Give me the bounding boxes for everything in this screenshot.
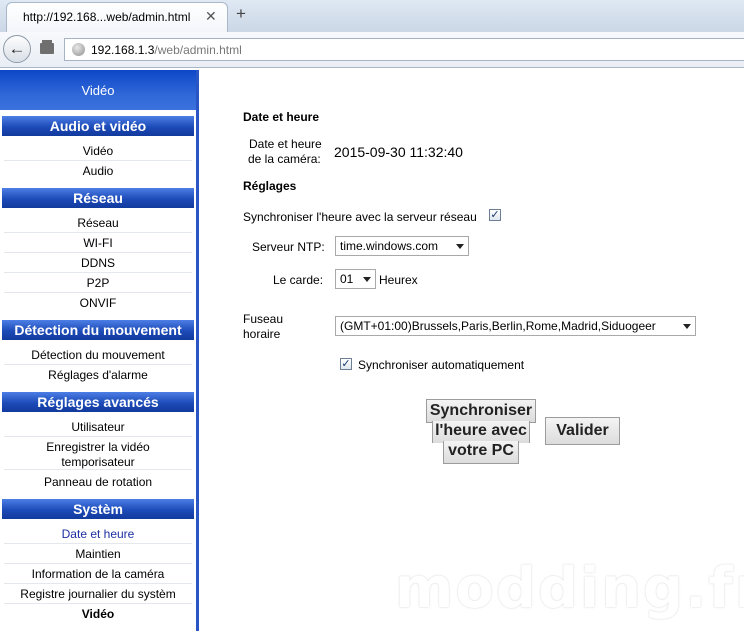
- sync-pc-button-text-2: l'heure avec: [435, 422, 527, 439]
- sidebar-section-network: Réseau: [2, 188, 194, 208]
- interval-unit: Heurex: [379, 273, 418, 287]
- submit-button[interactable]: Valider: [545, 417, 620, 445]
- back-arrow-icon[interactable]: ←: [3, 35, 31, 63]
- sync-server-checkbox[interactable]: ✓: [489, 209, 501, 221]
- sidebar: Vidéo Audio et vidéo Vidéo Audio Réseau …: [0, 70, 196, 631]
- sidebar-item-rotation-panel[interactable]: Panneau de rotation: [4, 475, 192, 491]
- sidebar-section-system: Systèm: [2, 499, 194, 519]
- sync-pc-button-text-1: Synchroniser: [429, 402, 533, 419]
- browser-navbar: ← 192.168.1.3/web/admin.html: [0, 32, 744, 68]
- sidebar-item-date-time[interactable]: Date et heure: [4, 527, 192, 544]
- sidebar-item-wifi[interactable]: WI-FI: [4, 236, 192, 253]
- camera-time-label-1: Date et heure: [249, 137, 322, 151]
- sidebar-item-user[interactable]: Utilisateur: [4, 420, 192, 437]
- interval-label: Le carde:: [273, 273, 324, 287]
- auto-sync-checkbox[interactable]: ✓: [340, 358, 352, 370]
- tab-title: http://192.168...web/admin.html: [23, 10, 191, 24]
- interval-select[interactable]: 01: [335, 269, 376, 289]
- sidebar-item-ddns[interactable]: DDNS: [4, 256, 192, 273]
- sidebar-item-onvif[interactable]: ONVIF: [4, 296, 192, 312]
- sidebar-item-video[interactable]: Vidéo: [4, 144, 192, 161]
- sidebar-item-p2p[interactable]: P2P: [4, 276, 192, 293]
- sync-server-label: Synchroniser l'heure avec la serveur rés…: [243, 210, 477, 224]
- sidebar-item-system-log[interactable]: Registre journalier du systèm: [4, 587, 192, 604]
- sidebar-section-motion: Détection du mouvement: [2, 320, 194, 340]
- sidebar-item-network[interactable]: Réseau: [4, 216, 192, 233]
- url-text: 192.168.1.3/web/admin.html: [91, 43, 242, 57]
- sync-pc-button-text-3: votre PC: [448, 442, 514, 459]
- timezone-label-2: horaire: [243, 327, 281, 341]
- sidebar-top-title: Vidéo: [0, 70, 196, 110]
- url-path: /web/admin.html: [154, 43, 242, 57]
- sidebar-section-advanced: Réglages avancés: [2, 392, 194, 412]
- settings-title: Réglages: [243, 179, 297, 193]
- sync-pc-button-line3[interactable]: votre PC: [443, 441, 519, 464]
- browser-tab[interactable]: http://192.168...web/admin.html ✕: [6, 2, 228, 32]
- camera-time-label-2: de la caméra:: [248, 152, 321, 166]
- ntp-server-select[interactable]: time.windows.com: [335, 236, 469, 256]
- sync-pc-button-line2[interactable]: l'heure avec: [432, 421, 530, 443]
- apps-icon[interactable]: [40, 40, 54, 54]
- chevron-down-icon: [683, 324, 691, 329]
- browser-tabstrip: http://192.168...web/admin.html ✕ +: [0, 0, 744, 32]
- sidebar-item-video-2[interactable]: Vidéo: [4, 607, 192, 623]
- sidebar-item-alarm-settings[interactable]: Réglages d'alarme: [4, 368, 192, 384]
- sidebar-item-record-timer[interactable]: Enregistrer la vidéo temporisateur: [4, 440, 192, 470]
- timezone-select[interactable]: (GMT+01:00)Brussels,Paris,Berlin,Rome,Ma…: [335, 316, 696, 336]
- sidebar-item-camera-info[interactable]: Information de la caméra: [4, 567, 192, 584]
- address-bar[interactable]: 192.168.1.3/web/admin.html: [64, 38, 744, 61]
- new-tab-icon[interactable]: +: [236, 4, 246, 24]
- timezone-label-1: Fuseau: [243, 312, 284, 326]
- sidebar-section-audio-video: Audio et vidéo: [2, 116, 194, 136]
- timezone-value: (GMT+01:00)Brussels,Paris,Berlin,Rome,Ma…: [340, 319, 656, 333]
- section-title: Date et heure: [243, 110, 320, 124]
- auto-sync-label: Synchroniser automatiquement: [358, 358, 525, 372]
- sidebar-item-audio[interactable]: Audio: [4, 164, 192, 180]
- camera-time-value: 2015-09-30 11:32:40: [334, 144, 463, 160]
- watermark-logo: modding.fr: [395, 556, 744, 621]
- sidebar-item-motion-detection[interactable]: Détection du mouvement: [4, 348, 192, 365]
- main-panel: Date et heure Date et heure de la caméra…: [199, 70, 744, 631]
- ntp-server-value: time.windows.com: [340, 239, 439, 253]
- interval-value: 01: [340, 272, 354, 286]
- ntp-label: Serveur NTP:: [252, 240, 325, 254]
- close-tab-icon[interactable]: ✕: [205, 8, 217, 25]
- url-host: 192.168.1.3: [91, 43, 155, 57]
- chevron-down-icon: [456, 244, 464, 249]
- chevron-down-icon: [363, 277, 371, 282]
- sync-pc-button-line1[interactable]: Synchroniser: [426, 399, 536, 423]
- globe-icon: [72, 43, 85, 56]
- sidebar-item-maintenance[interactable]: Maintien: [4, 547, 192, 564]
